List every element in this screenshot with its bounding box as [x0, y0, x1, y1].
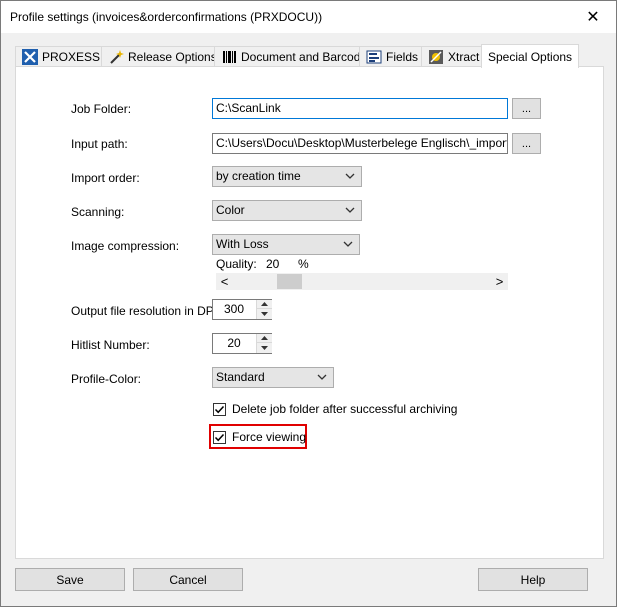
scroll-right-arrow-icon[interactable]: > — [491, 273, 508, 290]
chevron-down-icon — [343, 241, 353, 247]
spin-down-icon[interactable] — [257, 343, 272, 353]
scanning-select[interactable]: Color — [212, 200, 362, 221]
save-button[interactable]: Save — [15, 568, 125, 591]
spin-up-icon[interactable] — [257, 334, 272, 343]
cancel-button[interactable]: Cancel — [133, 568, 243, 591]
tab-label: Fields — [386, 50, 419, 64]
image-compression-label: Image compression: — [71, 239, 180, 253]
quality-unit: % — [298, 257, 309, 271]
tab-label: PROXESS — [42, 50, 101, 64]
resolution-label: Output file resolution in DPI: — [71, 304, 221, 318]
quality-label: Quality: — [216, 257, 257, 271]
scanning-label: Scanning: — [71, 205, 125, 219]
job-folder-input[interactable]: C:\ScanLink — [212, 98, 508, 119]
delete-job-folder-checkbox[interactable]: Delete job folder after successful archi… — [213, 402, 457, 416]
hitlist-number-label: Hitlist Number: — [71, 338, 150, 352]
tab-xtract[interactable]: Xtract — [421, 46, 487, 67]
spin-down-icon[interactable] — [257, 309, 272, 319]
magic-wand-icon — [108, 49, 124, 65]
resolution-value[interactable]: 300 — [213, 302, 255, 316]
quality-scrollbar[interactable]: < > — [216, 273, 508, 290]
tab-proxess[interactable]: PROXESS — [15, 46, 108, 67]
quality-value: 20 — [266, 257, 280, 271]
import-order-select[interactable]: by creation time — [212, 166, 362, 187]
profile-color-label: Profile-Color: — [71, 372, 142, 386]
resolution-stepper[interactable]: 300 — [212, 299, 272, 320]
spin-buttons — [256, 334, 272, 353]
quality-scroll-thumb[interactable] — [277, 274, 302, 289]
force-viewing-label: Force viewing — [232, 430, 307, 444]
input-path-browse-button[interactable]: ... — [512, 133, 541, 154]
hitlist-number-value[interactable]: 20 — [213, 336, 255, 350]
special-options-panel: Job Folder: C:\ScanLink ... Input path: … — [15, 66, 604, 559]
spin-up-icon[interactable] — [257, 300, 272, 309]
help-button[interactable]: Help — [478, 568, 588, 591]
tab-document-barcode[interactable]: Document and Barcode — [214, 46, 375, 67]
hitlist-number-stepper[interactable]: 20 — [212, 333, 272, 354]
chevron-down-icon — [317, 374, 327, 380]
barcode-icon — [221, 49, 237, 65]
chevron-down-icon — [345, 173, 355, 179]
input-path-input[interactable]: C:\Users\Docu\Desktop\Musterbelege Engli… — [212, 133, 508, 154]
scanning-value: Color — [216, 203, 245, 217]
job-folder-label: Job Folder: — [71, 102, 132, 116]
window-title: Profile settings (invoices&orderconfirma… — [10, 10, 323, 24]
tab-label: Special Options — [488, 49, 573, 64]
profile-color-value: Standard — [216, 370, 265, 384]
job-folder-browse-button[interactable]: ... — [512, 98, 541, 119]
fields-icon — [366, 49, 382, 65]
proxess-logo-icon — [22, 49, 38, 65]
tab-strip: PROXESS Release Options Document and Bar… — [15, 44, 615, 68]
checkbox-checked-icon[interactable] — [213, 402, 226, 416]
scroll-left-arrow-icon[interactable]: < — [216, 273, 233, 290]
spin-buttons — [256, 300, 272, 319]
chevron-down-icon — [345, 207, 355, 213]
profile-settings-window: Profile settings (invoices&orderconfirma… — [0, 0, 617, 607]
tab-release-options[interactable]: Release Options — [101, 46, 224, 67]
import-order-value: by creation time — [216, 169, 301, 183]
image-compression-select[interactable]: With Loss — [212, 234, 360, 255]
close-button[interactable]: ✕ — [570, 1, 616, 33]
tab-label: Release Options — [128, 50, 217, 64]
tab-special-options[interactable]: Special Options — [481, 44, 580, 68]
profile-color-select[interactable]: Standard — [212, 367, 334, 388]
tab-label: Document and Barcode — [241, 50, 368, 64]
xtract-icon — [428, 49, 444, 65]
close-icon: ✕ — [586, 9, 600, 26]
import-order-label: Import order: — [71, 171, 140, 185]
image-compression-value: With Loss — [216, 237, 269, 251]
tab-label: Xtract — [448, 50, 480, 64]
delete-job-folder-label: Delete job folder after successful archi… — [232, 402, 458, 416]
tab-fields[interactable]: Fields — [359, 46, 426, 67]
input-path-label: Input path: — [71, 137, 128, 151]
force-viewing-checkbox[interactable]: Force viewing — [213, 430, 306, 444]
title-bar: Profile settings (invoices&orderconfirma… — [1, 1, 616, 33]
checkbox-checked-icon[interactable] — [213, 430, 226, 444]
